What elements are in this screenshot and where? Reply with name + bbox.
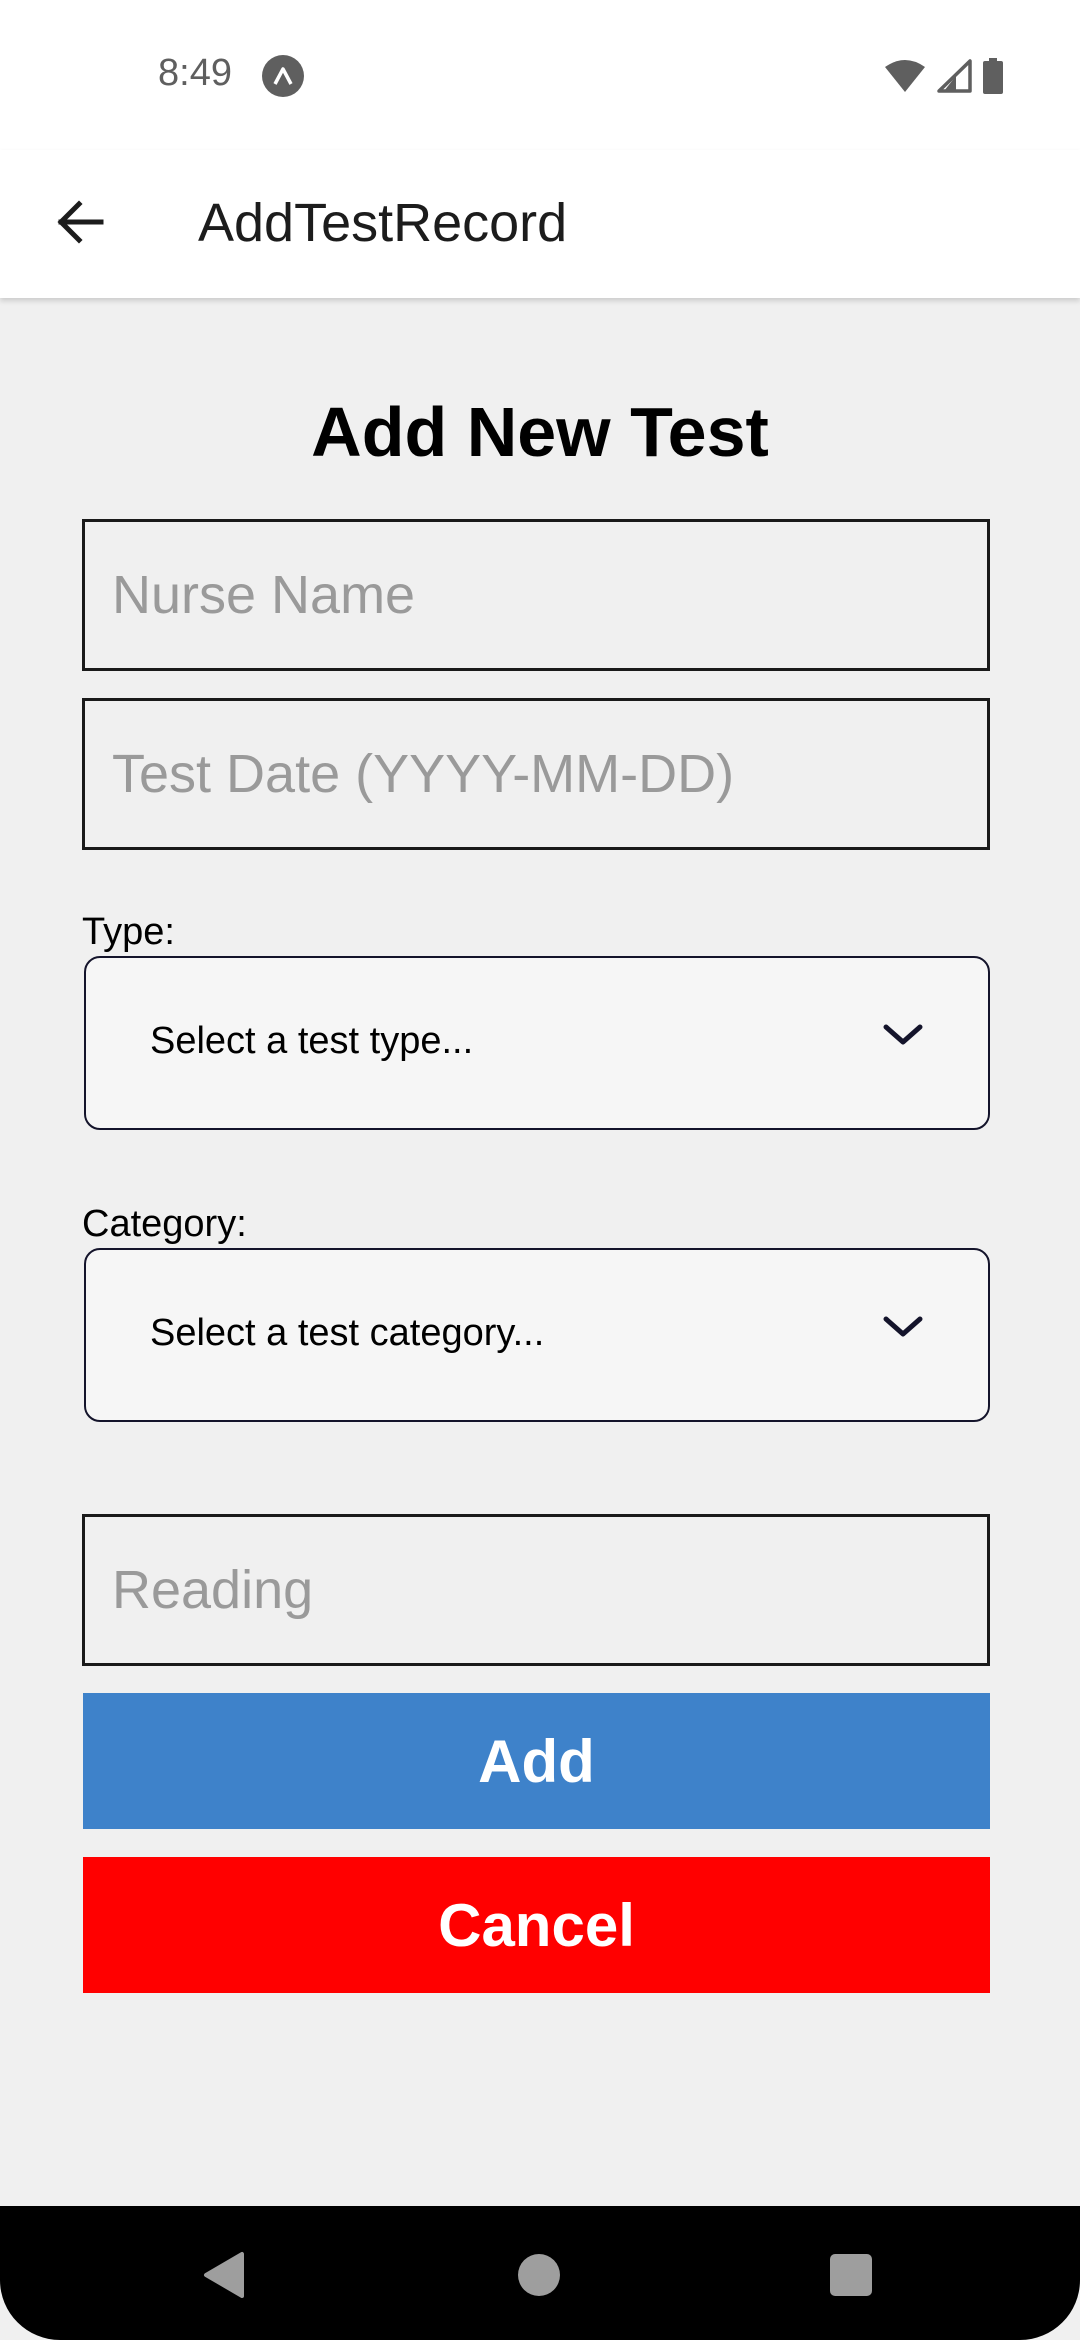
square-recents-icon[interactable] <box>830 2254 872 2296</box>
nurse-name-input[interactable] <box>85 522 987 668</box>
type-label: Type: <box>82 911 175 953</box>
back-button[interactable] <box>40 184 120 264</box>
status-bar: 8:49 <box>0 0 1080 150</box>
status-time: 8:49 <box>158 52 232 94</box>
battery-icon <box>982 58 1004 99</box>
nurse-name-field[interactable] <box>82 519 990 671</box>
app-bar: AddTestRecord <box>0 150 1080 298</box>
page-title: Add New Test <box>311 393 769 471</box>
reading-field[interactable] <box>82 1514 990 1666</box>
app-title: AddTestRecord <box>198 193 568 253</box>
category-label: Category: <box>82 1203 247 1245</box>
chevron-down-icon <box>882 1022 924 1053</box>
test-date-field[interactable] <box>82 698 990 850</box>
test-date-input[interactable] <box>85 701 987 847</box>
system-nav-bar <box>0 2206 1080 2340</box>
cancel-button[interactable]: Cancel <box>83 1857 990 1993</box>
type-select-value: Select a test type... <box>150 1020 474 1062</box>
category-select[interactable]: Select a test category... <box>84 1248 990 1422</box>
arrow-left-icon <box>55 199 105 249</box>
add-button[interactable]: Add <box>83 1693 990 1829</box>
type-select[interactable]: Select a test type... <box>84 956 990 1130</box>
status-icons <box>884 58 1004 99</box>
triangle-back-icon[interactable] <box>202 2250 246 2305</box>
signal-icon <box>936 59 972 98</box>
expo-icon <box>262 55 304 97</box>
wifi-icon <box>884 59 926 98</box>
circle-home-icon[interactable] <box>518 2254 560 2296</box>
chevron-down-icon <box>882 1314 924 1345</box>
category-select-value: Select a test category... <box>150 1312 545 1354</box>
reading-input[interactable] <box>85 1517 987 1663</box>
